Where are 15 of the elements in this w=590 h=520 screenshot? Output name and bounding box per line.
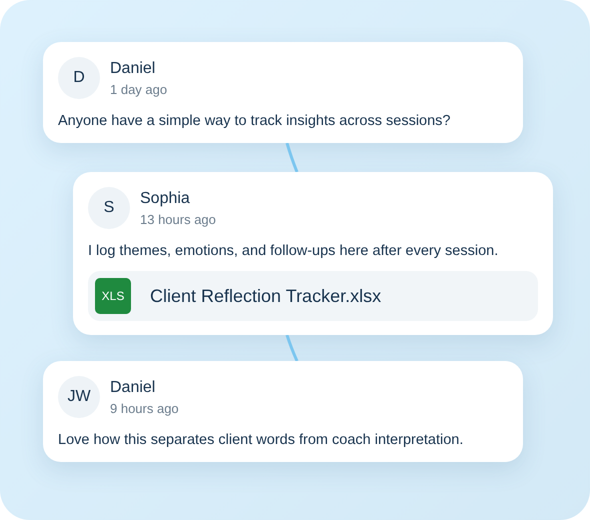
- avatar: S: [88, 187, 130, 229]
- timestamp: 13 hours ago: [140, 212, 216, 226]
- author-name: Sophia: [140, 190, 191, 208]
- file-name: Client Reflection Tracker.xlsx: [150, 286, 382, 306]
- timestamp: 1 day ago: [110, 82, 168, 96]
- timestamp: 9 hours ago: [110, 400, 179, 416]
- author-name: Daniel: [110, 60, 156, 78]
- author-name: Daniel: [110, 378, 156, 396]
- avatar: JW: [58, 376, 100, 418]
- comment-text: Love how this separates client words from coach interpretation.: [58, 432, 464, 448]
- spreadsheet-file-icon: XLS: [95, 278, 131, 314]
- file-attachment[interactable]: XLS Client Reflection Tracker.xlsx: [88, 271, 538, 321]
- comment-text: I log themes, emotions, and follow-ups here after every session.: [88, 243, 500, 259]
- avatar: D: [58, 57, 100, 99]
- comment-text: Anyone have a simple way to track insights across sessions?: [58, 113, 452, 129]
